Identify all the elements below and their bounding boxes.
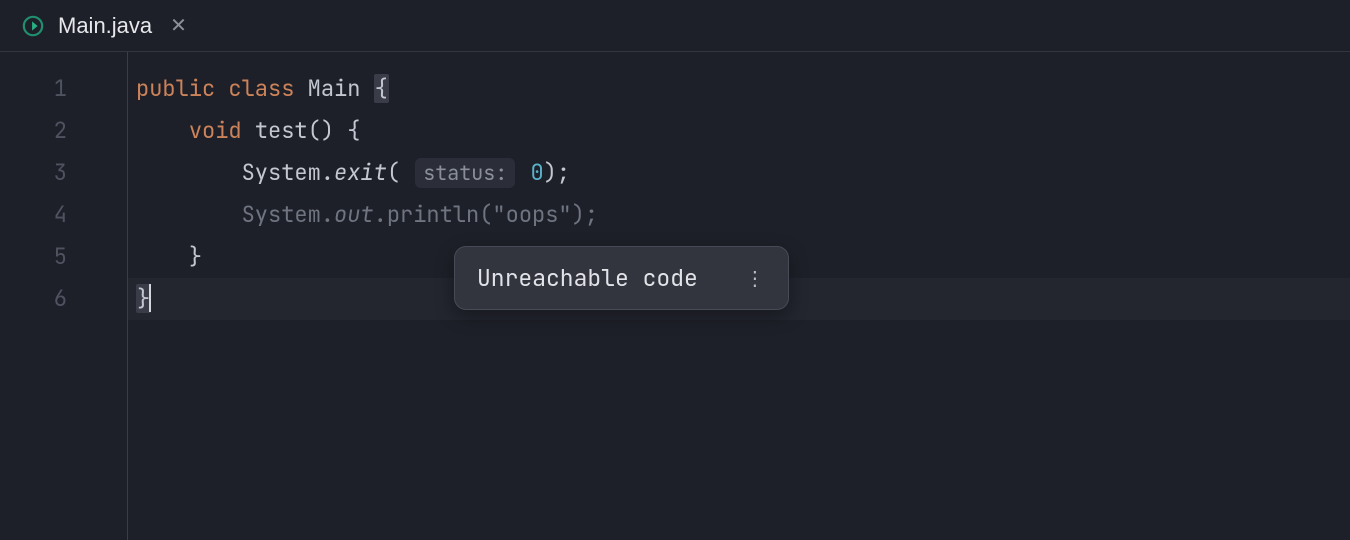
line-number[interactable]: 4 (0, 194, 127, 236)
editor: 1 2 3 4 5 6 public class Main { void tes… (0, 52, 1350, 540)
code-line[interactable]: public class Main { (128, 68, 1350, 110)
line-number[interactable]: 6 (0, 278, 127, 320)
inlay-hint: status: (415, 158, 515, 188)
tab-main-java[interactable]: Main.java ✕ (0, 0, 211, 51)
more-actions-icon[interactable]: ⋮ (744, 265, 766, 291)
text-cursor (149, 284, 151, 312)
code-line[interactable]: System.exit( status: 0); (128, 152, 1350, 194)
tab-label: Main.java (58, 13, 152, 39)
inspection-tooltip: Unreachable code ⋮ (454, 246, 789, 310)
tab-bar: Main.java ✕ (0, 0, 1350, 52)
line-number[interactable]: 5 (0, 236, 127, 278)
java-class-icon (22, 15, 44, 37)
code-line[interactable]: void test() { (128, 110, 1350, 152)
line-number[interactable]: 2 (0, 110, 127, 152)
gutter: 1 2 3 4 5 6 (0, 52, 128, 540)
line-number[interactable]: 3 (0, 152, 127, 194)
close-icon[interactable]: ✕ (166, 14, 191, 38)
tooltip-message: Unreachable code (477, 263, 698, 293)
code-area[interactable]: public class Main { void test() { System… (128, 52, 1350, 540)
line-number[interactable]: 1 (0, 68, 127, 110)
code-line[interactable]: System.out.println("oops"); (128, 194, 1350, 236)
